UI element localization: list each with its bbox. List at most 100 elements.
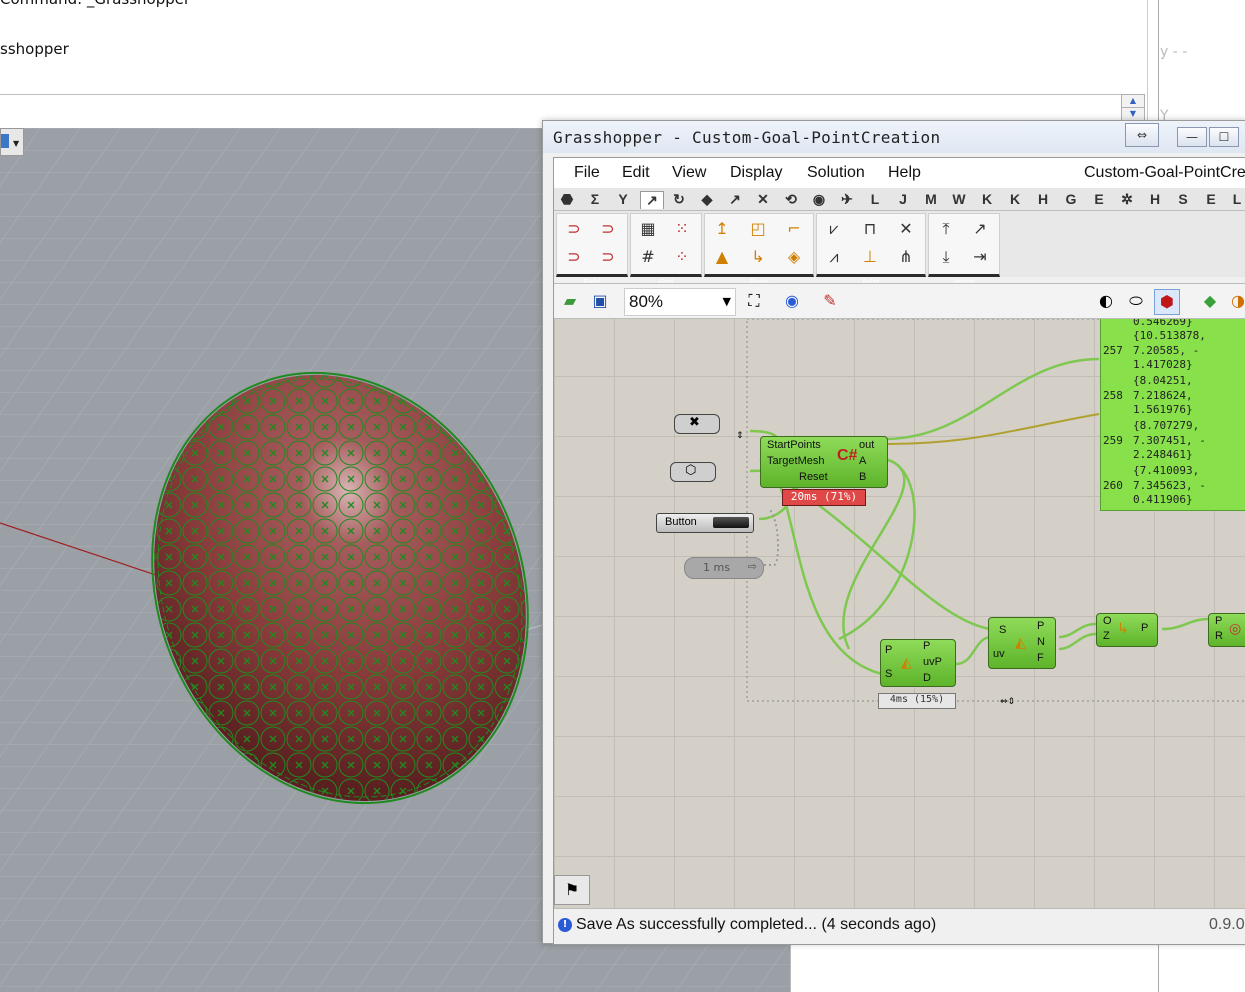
tab-transform-icon[interactable]: ⟲ [780,191,802,208]
circle-component[interactable]: P R ◎ [1208,613,1245,647]
menu-display[interactable]: Display [730,164,782,182]
point-sort-icon[interactable]: ⋔ [893,244,919,270]
tab-plugin-g[interactable]: G [1060,191,1082,208]
plane-normal-component[interactable]: O Z P ↳ [1096,613,1158,647]
move-window-icon[interactable]: ⇔ [1125,123,1159,147]
output-p[interactable]: P [1037,620,1044,632]
input-p[interactable]: P [885,644,892,656]
preview-wireframe-icon[interactable]: ◐ [1094,289,1118,313]
output-p[interactable]: P [923,640,930,652]
zoomable-ui-icon[interactable]: ⇕ [736,431,748,471]
csharp-component[interactable]: StartPoints TargetMesh Reset out A B C# [760,436,888,488]
grid-populate-icon[interactable]: ⁙ [669,216,695,242]
command-scrollbar[interactable]: ▲ ▼ [1121,94,1145,121]
tab-plugin-k[interactable]: K [976,191,998,208]
button-component[interactable]: Button [656,513,754,533]
menu-solution[interactable]: Solution [807,164,865,182]
output-n[interactable]: N [1037,636,1045,648]
output-f[interactable]: F [1037,652,1044,664]
input-s[interactable]: S [999,624,1006,636]
input-startpoints[interactable]: StartPoints [767,439,821,451]
tab-sets-icon[interactable]: Y [612,191,634,208]
window-titlebar[interactable]: Grasshopper - Custom-Goal-PointCreation … [543,121,1245,153]
tab-maths-icon[interactable]: Σ [584,191,606,208]
tab-plugin-e2[interactable]: E [1200,191,1222,208]
preview-eye-icon[interactable]: ◉ [780,289,804,313]
input-targetmesh[interactable]: TargetMesh [767,455,824,467]
menu-view[interactable]: View [672,164,706,182]
plane-offset-icon[interactable]: ↳ [745,244,771,270]
open-file-icon[interactable]: ▰ [558,289,582,313]
output-uvp[interactable]: uvP [923,656,942,668]
maximize-button[interactable]: ☐ [1209,127,1239,147]
input-p[interactable]: P [1215,615,1222,627]
minimize-button[interactable]: — [1177,127,1207,147]
plane-normal-icon[interactable]: ⌐ [781,216,807,242]
tab-display-icon[interactable]: ◉ [808,191,830,208]
preview-selected-icon[interactable]: ⬢ [1154,289,1180,315]
panel-component[interactable]: 0.546269} 257 {10.513878, 7.20585, - 1.4… [1100,319,1245,511]
tab-plugin-gear-icon[interactable]: ✲ [1116,191,1138,208]
button-toggle[interactable] [713,517,749,528]
tab-plugin-icon[interactable]: ✈ [836,191,858,208]
brep-param-node[interactable]: ✖ [674,414,720,434]
tab-intersect-icon[interactable]: ✕ [752,191,774,208]
save-file-icon[interactable]: ▣ [588,289,612,313]
grid-rect-icon[interactable]: ▦ [635,216,661,242]
tab-plugin-e[interactable]: E [1088,191,1110,208]
grid-random-icon[interactable]: ⁘ [669,244,695,270]
surface-closest-point-component[interactable]: P S P uvP D ◭ [880,639,956,687]
preview-color-icon[interactable]: ◑ [1226,289,1245,313]
output-b[interactable]: B [859,471,866,483]
point-project-icon[interactable]: ⊥ [857,244,883,270]
plane-rotate-icon[interactable]: ◈ [781,244,807,270]
tab-plugin-l[interactable]: L [864,191,886,208]
tab-plugin-w[interactable]: W [948,191,970,208]
tab-mesh-icon[interactable]: ↗ [724,191,746,208]
menu-help[interactable]: Help [888,164,921,182]
evaluate-surface-component[interactable]: S uv P N F ◭ [988,617,1056,669]
zoomable-ui-icon[interactable]: ⇔⇕ [1000,697,1036,721]
plane-xy-icon[interactable]: ▲ [709,244,735,270]
sketch-pen-icon[interactable]: ✎ [818,289,842,313]
zoom-extents-icon[interactable]: ⛶ [742,289,766,313]
input-o[interactable]: O [1103,615,1112,627]
magnet-spin-icon[interactable]: ⊃ [595,244,621,270]
output-d[interactable]: D [923,672,931,684]
tab-plugin-h2[interactable]: H [1144,191,1166,208]
tab-curve-icon[interactable]: ↻ [668,191,690,208]
preview-mesh-icon[interactable]: ◆ [1198,289,1222,313]
output-p[interactable]: P [1141,622,1148,634]
mesh-param-node[interactable]: ⬡ [670,462,716,482]
tab-plugin-k2[interactable]: K [1004,191,1026,208]
vector-xyz-icon[interactable]: ⤒ [933,216,959,242]
scroll-down-icon[interactable]: ▼ [1121,107,1145,121]
scroll-up-icon[interactable]: ▲ [1121,94,1145,108]
viewport-menu-dropdown[interactable]: ▼ [0,128,24,156]
tab-plugin-j[interactable]: J [892,191,914,208]
vector-2pt-icon[interactable]: ↗ [967,216,993,242]
magnet-link-icon[interactable]: ⊃ [595,216,621,242]
preview-shaded-icon[interactable]: ⬭ [1124,289,1148,313]
plane-origin-icon[interactable]: ◰ [745,216,771,242]
vector-amplitude-icon[interactable]: ⇥ [967,244,993,270]
tab-plugin-h[interactable]: H [1032,191,1054,208]
plane-align-icon[interactable]: ↥ [709,216,735,242]
tab-vector-icon[interactable]: ↗ [640,191,664,209]
point-deconstruct-icon[interactable]: ⩘ [821,244,847,270]
tab-plugin-l2[interactable]: L [1226,191,1245,208]
output-out[interactable]: out [859,439,874,451]
timer-component[interactable]: 1 ms ⇨ [684,557,764,579]
output-a[interactable]: A [859,455,866,467]
grasshopper-canvas[interactable]: ✖ ⬡ Button 1 ms ⇨ ⇕ StartPoints TargetMe… [554,319,1245,908]
input-s[interactable]: S [885,668,892,680]
menu-file[interactable]: File [574,164,600,182]
input-r[interactable]: R [1215,630,1223,642]
tab-surface-icon[interactable]: ◆ [696,191,718,208]
tab-params-icon[interactable]: ⬣ [556,191,578,208]
tab-plugin-s[interactable]: S [1172,191,1194,208]
point-xyz-icon[interactable]: ⩗ [821,216,847,242]
point-cull-icon[interactable]: ✕ [893,216,919,242]
menu-edit[interactable]: Edit [622,164,650,182]
tab-plugin-m[interactable]: M [920,191,942,208]
